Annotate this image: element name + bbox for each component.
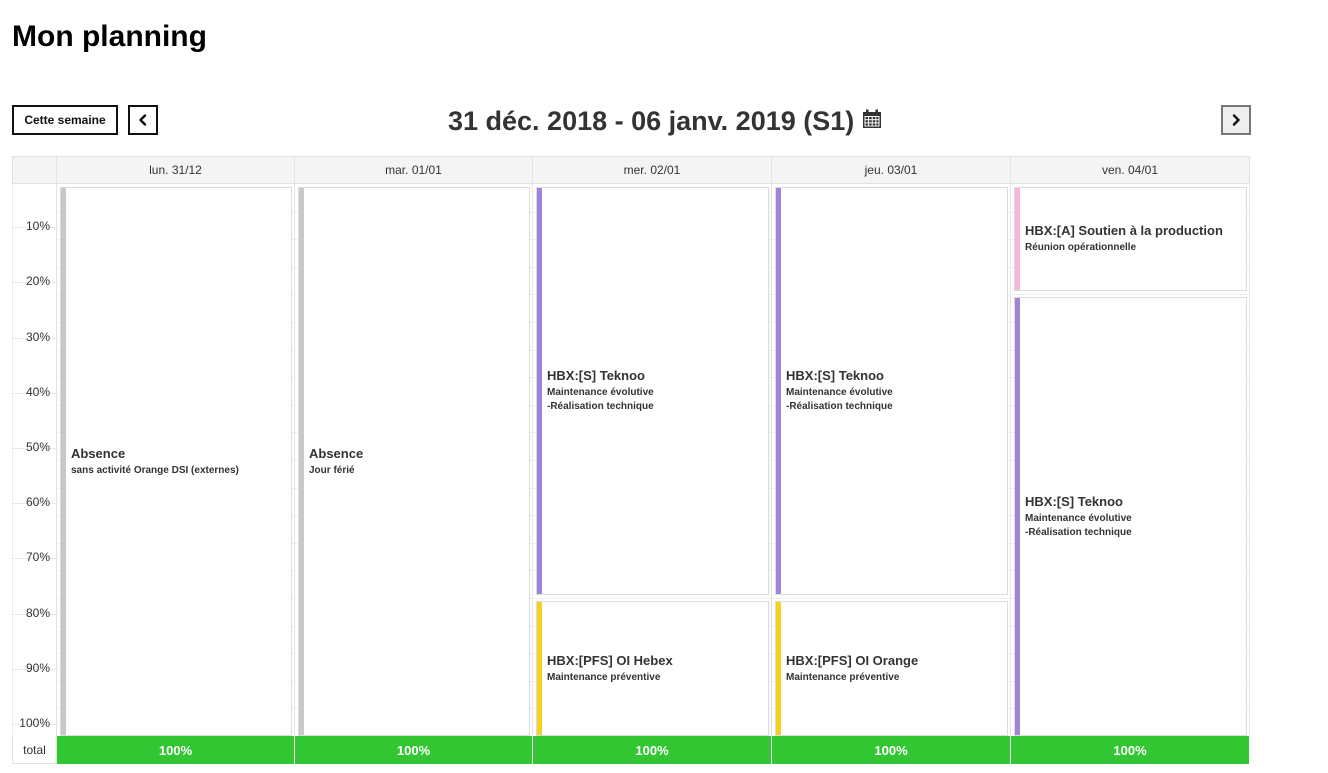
event-text: HBX:[S] Teknoo Maintenance évolutive -Réa… <box>1025 494 1242 540</box>
event-title: HBX:[S] Teknoo <box>1025 493 1123 509</box>
event-color-bar <box>537 602 542 735</box>
tick-label: 90% <box>25 660 50 675</box>
percent-axis: 10% 20% 30% 40% 50% 60% 70% 80% 90% 100% <box>12 184 58 736</box>
total-label: total <box>12 736 57 764</box>
day-header: mer. 02/01 <box>533 156 772 184</box>
event-color-bar <box>537 188 542 594</box>
event-text: HBX:[PFS] OI Orange Maintenance préventiv… <box>786 653 1003 685</box>
tick-label: 70% <box>25 550 50 565</box>
event-color-bar <box>1015 188 1020 291</box>
week-header: 31 déc. 2018 - 06 janv. 2019 (S1) <box>448 104 882 138</box>
planning-event[interactable]: HBX:[S] Teknoo Maintenance évolutive -Réa… <box>536 187 769 595</box>
grid-line <box>772 598 1010 599</box>
event-subtitle: Réunion opérationnelle <box>1025 242 1137 254</box>
day-total: 100% <box>295 736 533 764</box>
event-subtitle: Maintenance évolutive -Réalisation techn… <box>547 387 654 412</box>
day-total: 100% <box>57 736 295 764</box>
event-subtitle: Jour férié <box>309 464 355 476</box>
planning-event[interactable]: HBX:[PFS] OI Orange Maintenance préventiv… <box>775 601 1008 736</box>
event-title: Absence <box>309 445 364 461</box>
event-subtitle: Maintenance évolutive -Réalisation techn… <box>786 387 893 412</box>
event-color-bar <box>1015 298 1020 735</box>
event-color-bar <box>61 188 66 735</box>
tick-label: 30% <box>25 329 50 344</box>
planning-event[interactable]: Absence Jour férié <box>298 187 530 736</box>
tick-label: 40% <box>25 384 50 399</box>
event-subtitle: Maintenance préventive <box>786 671 900 683</box>
event-text: HBX:[S] Teknoo Maintenance évolutive -Réa… <box>786 368 1003 414</box>
planning-event[interactable]: Absence sans activité Orange DSI (externe… <box>60 187 292 736</box>
day-header: lun. 31/12 <box>57 156 295 184</box>
tick-label: 50% <box>25 440 50 454</box>
day-header: mar. 01/01 <box>295 156 533 184</box>
event-title: HBX:[S] Teknoo <box>547 368 645 383</box>
calendar-icon[interactable] <box>862 109 882 134</box>
planning-event[interactable]: HBX:[PFS] OI Hebex Maintenance préventive <box>536 601 769 736</box>
event-color-bar <box>299 188 304 735</box>
grid-corner <box>12 156 57 184</box>
day-header: jeu. 03/01 <box>772 156 1011 184</box>
day-total: 100% <box>772 736 1011 764</box>
event-title: HBX:[S] Teknoo <box>786 368 884 383</box>
event-subtitle: sans activité Orange DSI (externes) <box>71 464 239 476</box>
chevron-left-icon <box>139 114 147 126</box>
planning-event[interactable]: HBX:[A] Soutien à la production Réunion o… <box>1014 187 1247 292</box>
event-color-bar <box>776 602 781 735</box>
grid-line <box>1011 294 1249 296</box>
planning-event[interactable]: HBX:[S] Teknoo Maintenance évolutive -Réa… <box>775 187 1008 595</box>
chevron-right-icon <box>1232 114 1240 126</box>
event-text: HBX:[S] Teknoo Maintenance évolutive -Réa… <box>547 368 764 414</box>
event-title: HBX:[PFS] OI Hebex <box>547 652 673 668</box>
week-range-title: 31 déc. 2018 - 06 janv. 2019 (S1) <box>448 105 855 136</box>
tick-label: 60% <box>25 495 50 510</box>
tick-label: 100% <box>19 716 50 730</box>
day-total: 100% <box>1011 736 1250 764</box>
event-color-bar <box>776 188 781 594</box>
event-subtitle: Maintenance évolutive -Réalisation techn… <box>1025 512 1132 538</box>
day-total: 100% <box>533 736 772 764</box>
event-text: HBX:[A] Soutien à la production Réunion o… <box>1025 223 1242 255</box>
this-week-button[interactable]: Cette semaine <box>12 105 118 135</box>
day-header: ven. 04/01 <box>1011 156 1250 184</box>
page-title: Mon planning <box>12 20 207 53</box>
previous-week-button[interactable] <box>128 105 158 135</box>
event-text: Absence Jour férié <box>309 446 525 478</box>
next-week-button[interactable] <box>1221 105 1251 135</box>
event-subtitle: Maintenance préventive <box>547 671 661 683</box>
event-title: HBX:[A] Soutien à la production <box>1025 223 1223 239</box>
event-text: HBX:[PFS] OI Hebex Maintenance préventive <box>547 653 764 685</box>
event-title: HBX:[PFS] OI Orange <box>786 652 919 668</box>
tick-label: 20% <box>25 274 50 289</box>
event-text: Absence sans activité Orange DSI (externe… <box>71 446 287 478</box>
grid-line <box>533 598 771 599</box>
planning-event[interactable]: HBX:[S] Teknoo Maintenance évolutive -Réa… <box>1014 297 1247 736</box>
planning-grid: 10% 20% 30% 40% 50% 60% 70% 80% 90% 100% total lu… <box>12 156 1251 764</box>
tick-label: 10% <box>25 219 50 234</box>
event-title: Absence <box>71 445 126 461</box>
tick-label: 80% <box>25 605 50 620</box>
